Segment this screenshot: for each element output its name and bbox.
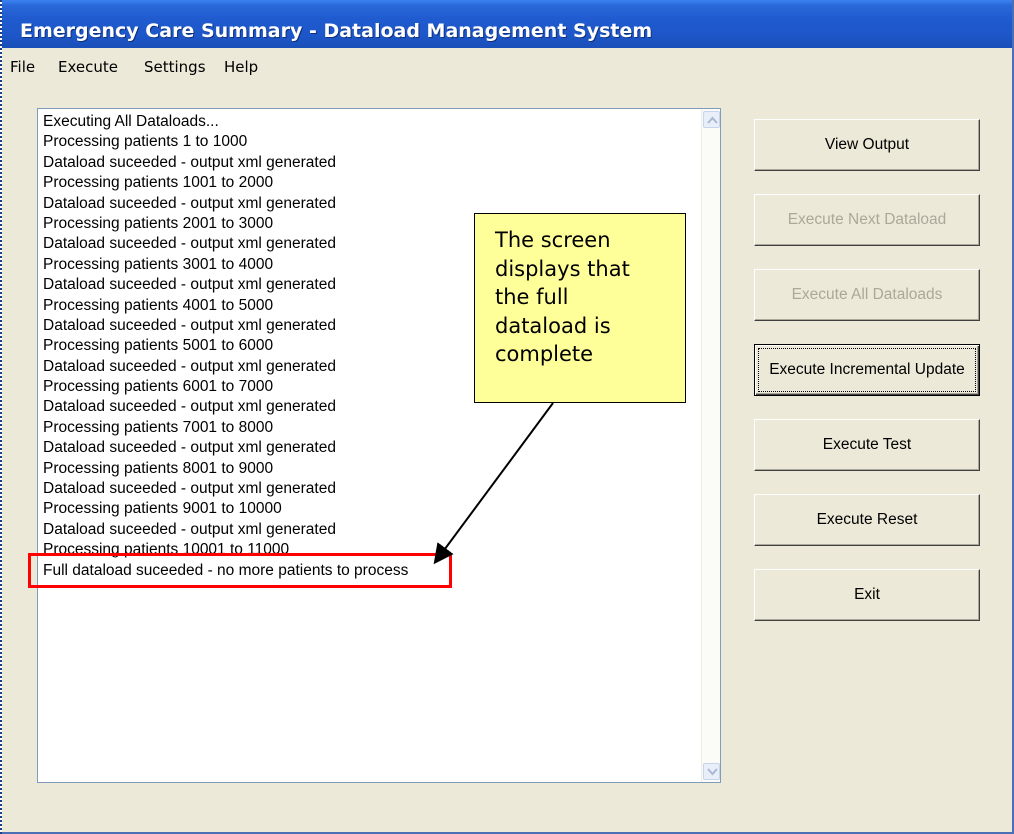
callout-arrow — [433, 402, 554, 565]
arrow-line — [433, 402, 554, 565]
